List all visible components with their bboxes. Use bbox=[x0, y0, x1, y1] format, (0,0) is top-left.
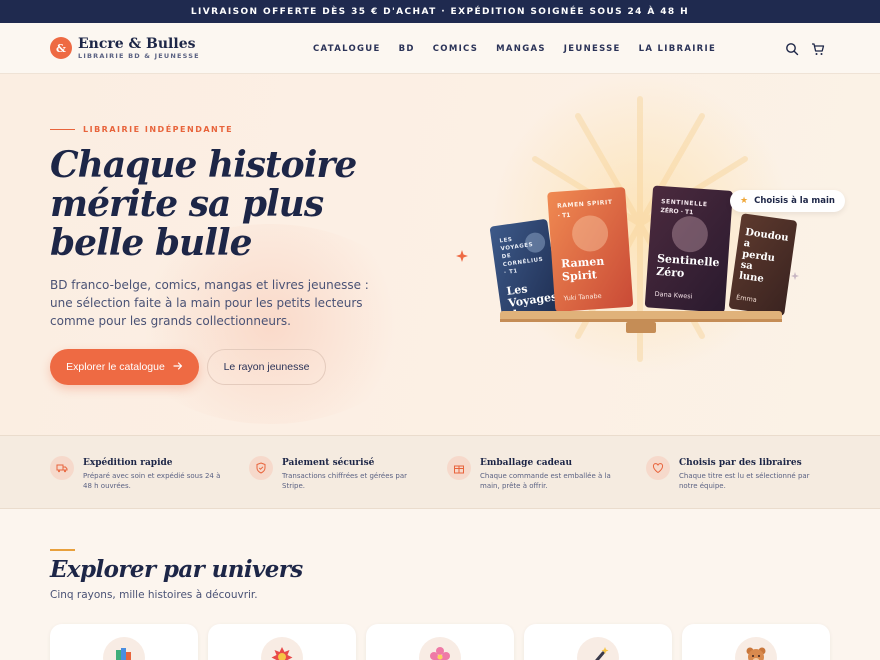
universes-subtitle: Cinq rayons, mille histoires à découvrir… bbox=[50, 589, 258, 601]
feature-title: Emballage cadeau bbox=[480, 458, 573, 468]
logo-name: Encre & Bulles bbox=[78, 35, 196, 52]
eyebrow-text: LIBRAIRIE INDÉPENDANTE bbox=[83, 125, 234, 134]
handpicked-badge: ★ Choisis à la main bbox=[730, 190, 845, 212]
hero-title-line-2: mérite sa plus bbox=[50, 183, 324, 225]
hero-title-line-1: Chaque histoire bbox=[50, 144, 357, 186]
main-nav: CATALOGUE BD COMICS MANGAS JEUNESSE LA L… bbox=[313, 23, 716, 74]
feature-payment: Paiement sécurisé Transactions chiffrées… bbox=[249, 456, 429, 491]
feature-desc: Transactions chiffrées et gérées par Str… bbox=[282, 472, 408, 490]
teddy-bear-icon bbox=[735, 637, 777, 660]
feature-curated: Choisis par des libraires Chaque titre e… bbox=[646, 456, 826, 491]
hero-eyebrow: LIBRAIRIE INDÉPENDANTE bbox=[50, 125, 233, 134]
universe-card[interactable] bbox=[682, 624, 830, 660]
burst-icon bbox=[261, 637, 303, 660]
sparkle-icon bbox=[456, 250, 468, 262]
universe-card[interactable] bbox=[208, 624, 356, 660]
feature-title: Paiement sécurisé bbox=[282, 458, 375, 468]
explore-catalogue-button[interactable]: Explorer le catalogue bbox=[50, 349, 199, 385]
feature-title: Choisis par des libraires bbox=[679, 458, 802, 468]
universes-section: Explorer par univers Cinq rayons, mille … bbox=[0, 509, 880, 660]
nav-mangas[interactable]: MANGAS bbox=[496, 44, 546, 54]
badge-label: Choisis à la main bbox=[754, 196, 835, 206]
youth-section-button[interactable]: Le rayon jeunesse bbox=[207, 349, 326, 385]
svg-text:Spirit: Spirit bbox=[562, 268, 599, 283]
nav-bd[interactable]: BD bbox=[399, 44, 415, 54]
announcement-bar: LIVRAISON OFFERTE DÈS 35 € D'ACHAT · EXP… bbox=[0, 0, 880, 23]
hero-title-line-3: belle bulle bbox=[50, 222, 252, 264]
arrow-right-icon bbox=[173, 361, 183, 374]
nav-jeunesse[interactable]: JEUNESSE bbox=[564, 44, 621, 54]
sparkle-icon bbox=[791, 272, 799, 280]
nav-la-librairie[interactable]: LA LIBRAIRIE bbox=[639, 44, 716, 54]
nav-catalogue[interactable]: CATALOGUE bbox=[313, 44, 381, 54]
hero-title: Chaque histoire mérite sa plus belle bul… bbox=[50, 146, 390, 263]
section-accent-line bbox=[50, 549, 75, 551]
nav-comics[interactable]: COMICS bbox=[433, 44, 478, 54]
shield-icon bbox=[249, 456, 273, 480]
feature-desc: Préparé avec soin et expédié sous 24 à 4… bbox=[83, 472, 221, 490]
header-actions bbox=[785, 41, 825, 56]
hero-illustration: LESVOYAGESDECORNÉLIUS· T1 LesVoyagesde R… bbox=[440, 74, 880, 435]
hero-section: LIBRAIRIE INDÉPENDANTE Chaque histoire m… bbox=[0, 74, 880, 435]
flower-icon bbox=[419, 637, 461, 660]
logo-tagline: LIBRAIRIE BD & JEUNESSE bbox=[78, 51, 200, 60]
book-cover-3: SENTINELLE ZÉRO · T1 Sentinelle Zéro Dan… bbox=[644, 185, 733, 313]
feature-desc: Chaque commande est emballée à la main, … bbox=[480, 472, 611, 490]
cart-icon[interactable] bbox=[811, 41, 825, 55]
logo[interactable]: & Encre & Bulles LIBRAIRIE BD & JEUNESSE bbox=[50, 35, 200, 60]
gift-icon bbox=[447, 456, 471, 480]
books-icon bbox=[103, 637, 145, 660]
explore-catalogue-label: Explorer le catalogue bbox=[66, 361, 165, 373]
announcement-text: LIVRAISON OFFERTE DÈS 35 € D'ACHAT · EXP… bbox=[190, 6, 690, 17]
universe-card[interactable] bbox=[366, 624, 514, 660]
svg-text:Zéro: Zéro bbox=[656, 265, 685, 280]
universe-card[interactable] bbox=[50, 624, 198, 660]
search-icon[interactable] bbox=[785, 41, 799, 56]
universes-title: Explorer par univers bbox=[50, 556, 303, 583]
hero-subtitle: BD franco-belge, comics, mangas et livre… bbox=[50, 278, 369, 328]
feature-desc: Chaque titre est lu et sélectionné par n… bbox=[679, 472, 810, 490]
feature-giftwrap: Emballage cadeau Chaque commande est emb… bbox=[447, 456, 627, 491]
eyebrow-line bbox=[50, 128, 75, 131]
features-strip: Expédition rapide Préparé avec soin et e… bbox=[0, 435, 880, 509]
feature-title: Expédition rapide bbox=[83, 458, 173, 468]
site-header: & Encre & Bulles LIBRAIRIE BD & JEUNESSE… bbox=[0, 23, 880, 74]
universe-card[interactable] bbox=[524, 624, 672, 660]
magic-wand-icon bbox=[577, 637, 619, 660]
svg-text:· T1: · T1 bbox=[558, 212, 571, 220]
book-cover-2: RAMEN SPIRIT · T1 Ramen Spirit Yuki Tana… bbox=[547, 187, 634, 312]
star-icon: ★ bbox=[740, 196, 749, 206]
logo-mark: & bbox=[50, 37, 72, 59]
feature-shipping: Expédition rapide Préparé avec soin et e… bbox=[50, 456, 230, 491]
heart-icon bbox=[646, 456, 670, 480]
truck-icon bbox=[50, 456, 74, 480]
